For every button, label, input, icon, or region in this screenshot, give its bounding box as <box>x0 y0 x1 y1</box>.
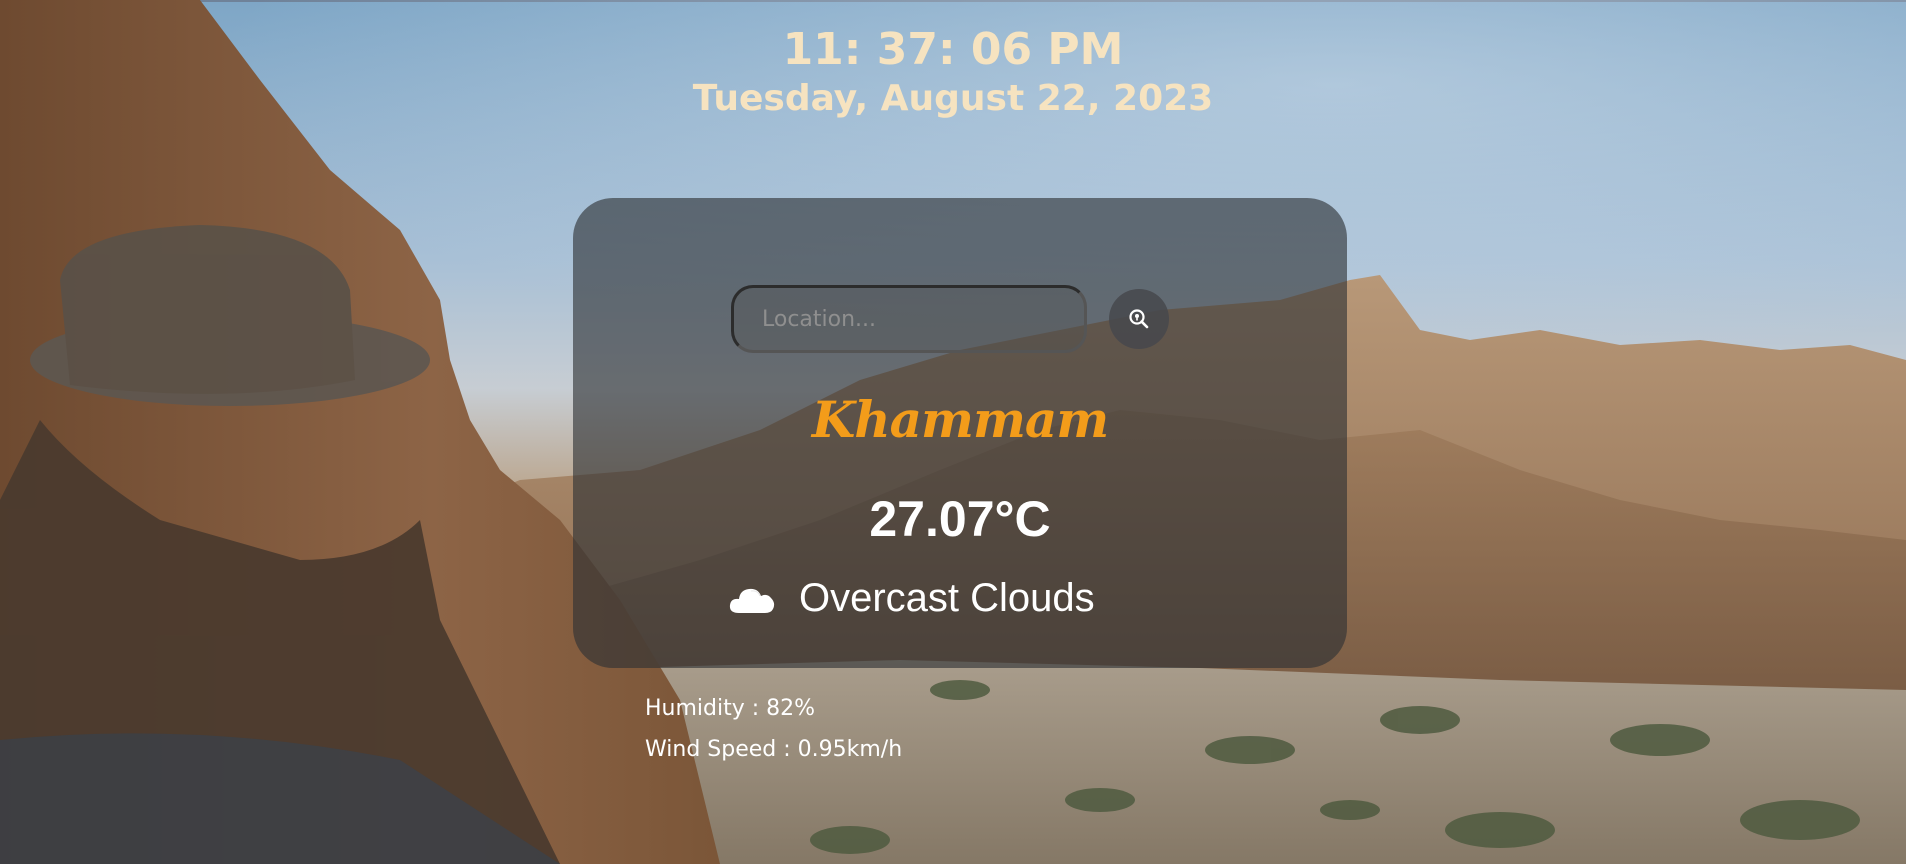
cloud-icon <box>729 588 775 613</box>
current-date: Tuesday, August 22, 2023 <box>692 78 1214 119</box>
current-time: 11: 37: 06 PM <box>782 24 1124 75</box>
city-name: Khammam <box>811 390 1109 449</box>
search-location-icon <box>1129 309 1149 329</box>
wind-speed-label: Wind Speed : 0.95km/h <box>645 737 903 762</box>
weather-app: 11: 37: 06 PM Tuesday, August 22, 2023 K… <box>0 0 1906 864</box>
weather-card: Khammam 27.07°C Overcast Clouds <box>573 198 1347 668</box>
clock-header: 11: 37: 06 PM Tuesday, August 22, 2023 <box>0 22 1906 122</box>
weather-details: Humidity : 82% Wind Speed : 0.95km/h <box>645 688 902 770</box>
weather-condition: Overcast Clouds <box>727 576 1095 621</box>
search-button[interactable] <box>1109 289 1169 349</box>
location-input[interactable] <box>731 285 1087 353</box>
search-bar <box>731 285 1169 353</box>
temperature: 27.07°C <box>869 491 1051 547</box>
condition-label: Overcast Clouds <box>799 576 1095 620</box>
humidity-label: Humidity : 82% <box>645 696 816 721</box>
